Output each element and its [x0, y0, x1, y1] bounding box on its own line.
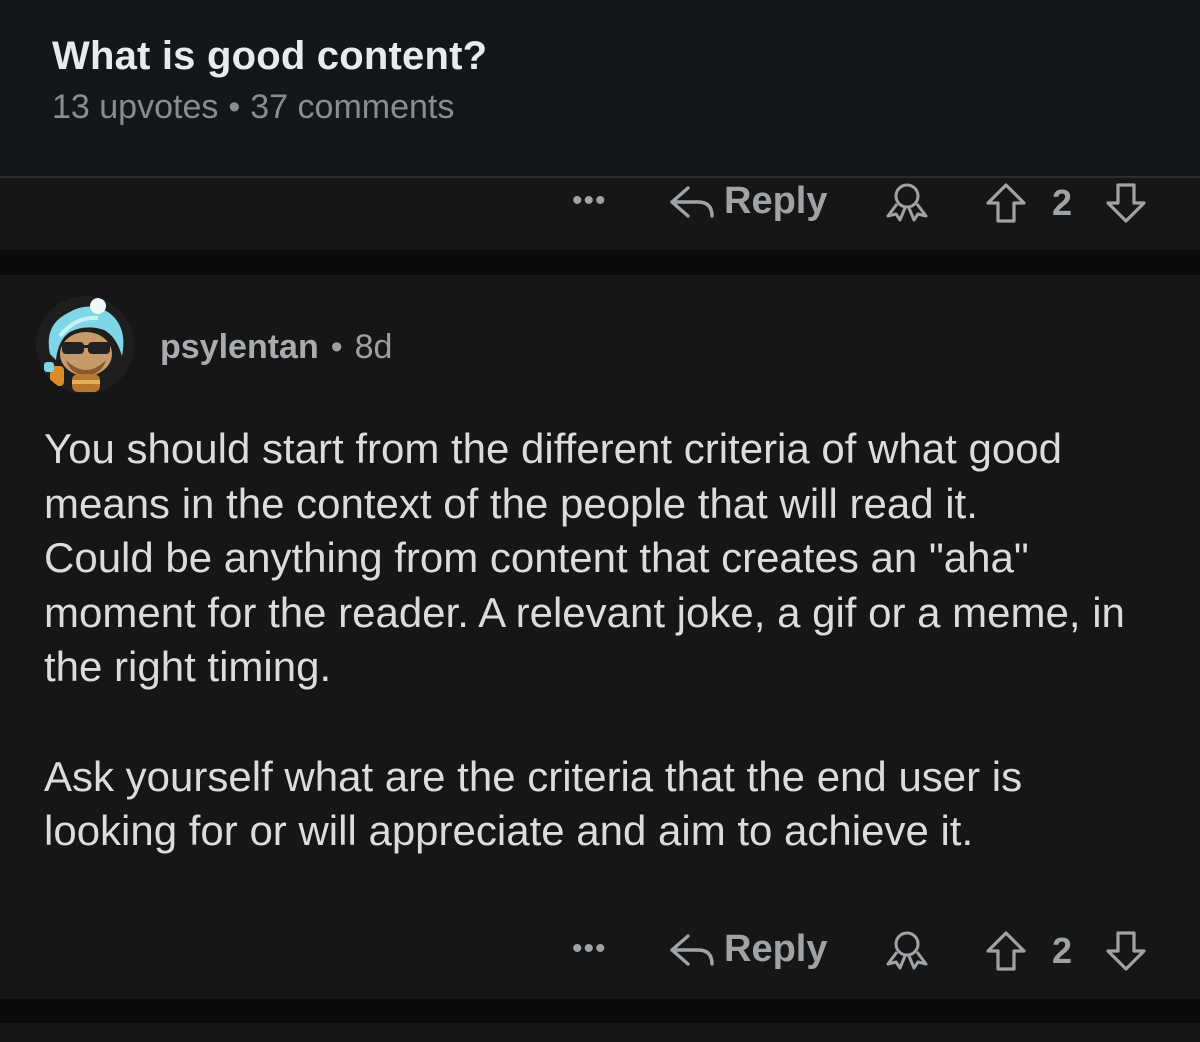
downvote-button[interactable]: [1104, 182, 1148, 229]
comment-paragraph-1: You should start from the different crit…: [44, 425, 1062, 527]
upvote-arrow-icon: [986, 931, 1026, 971]
reply-arrow-icon: [670, 185, 714, 218]
upvote-button[interactable]: [984, 182, 1028, 229]
reply-button[interactable]: Reply: [668, 180, 827, 223]
comment-body: You should start from the different crit…: [44, 422, 1164, 859]
comment-action-bar: ••• Reply 2: [0, 926, 1200, 982]
reply-button[interactable]: Reply: [668, 928, 827, 971]
comment-paragraph-3: Ask yourself what are the criteria that …: [44, 752, 1023, 855]
award-icon: [886, 931, 928, 970]
award-button[interactable]: [882, 182, 932, 227]
downvote-button[interactable]: [1104, 930, 1148, 977]
reply-label: Reply: [724, 180, 828, 222]
post-title[interactable]: What is good content?: [52, 34, 487, 79]
avatar[interactable]: [36, 296, 134, 394]
previous-comment-action-bar: ••• Reply 2: [0, 178, 1200, 234]
award-icon: [886, 183, 928, 222]
post-meta: 13 upvotes • 37 comments: [52, 88, 454, 127]
vote-score: 2: [1052, 182, 1073, 223]
upvote-arrow-icon: [986, 183, 1026, 223]
more-options-button[interactable]: •••: [572, 932, 607, 966]
author-separator: •: [330, 328, 343, 366]
downvote-arrow-icon: [1106, 931, 1146, 971]
meta-separator: •: [228, 88, 241, 126]
comment-age: 8d: [354, 328, 393, 366]
vote-score: 2: [1052, 930, 1073, 971]
comment-author-line: psylentan • 8d: [160, 328, 392, 367]
upvote-count: 13 upvotes: [52, 88, 219, 126]
downvote-arrow-icon: [1106, 183, 1146, 223]
comment-count[interactable]: 37 comments: [250, 88, 454, 126]
reply-arrow-icon: [670, 933, 714, 966]
more-options-button[interactable]: •••: [572, 184, 607, 218]
snoo-avatar-icon: [36, 296, 134, 394]
reply-label: Reply: [724, 928, 828, 970]
previous-comment-card: ••• Reply 2: [0, 178, 1200, 250]
upvote-button[interactable]: [984, 930, 1028, 977]
award-button[interactable]: [882, 930, 932, 975]
next-comment-card: [0, 1023, 1200, 1042]
post-header: What is good content? 13 upvotes • 37 comm…: [0, 0, 1200, 178]
comment-author[interactable]: psylentan: [160, 328, 319, 366]
comment-paragraph-2: Could be anything from content that crea…: [44, 534, 1125, 690]
